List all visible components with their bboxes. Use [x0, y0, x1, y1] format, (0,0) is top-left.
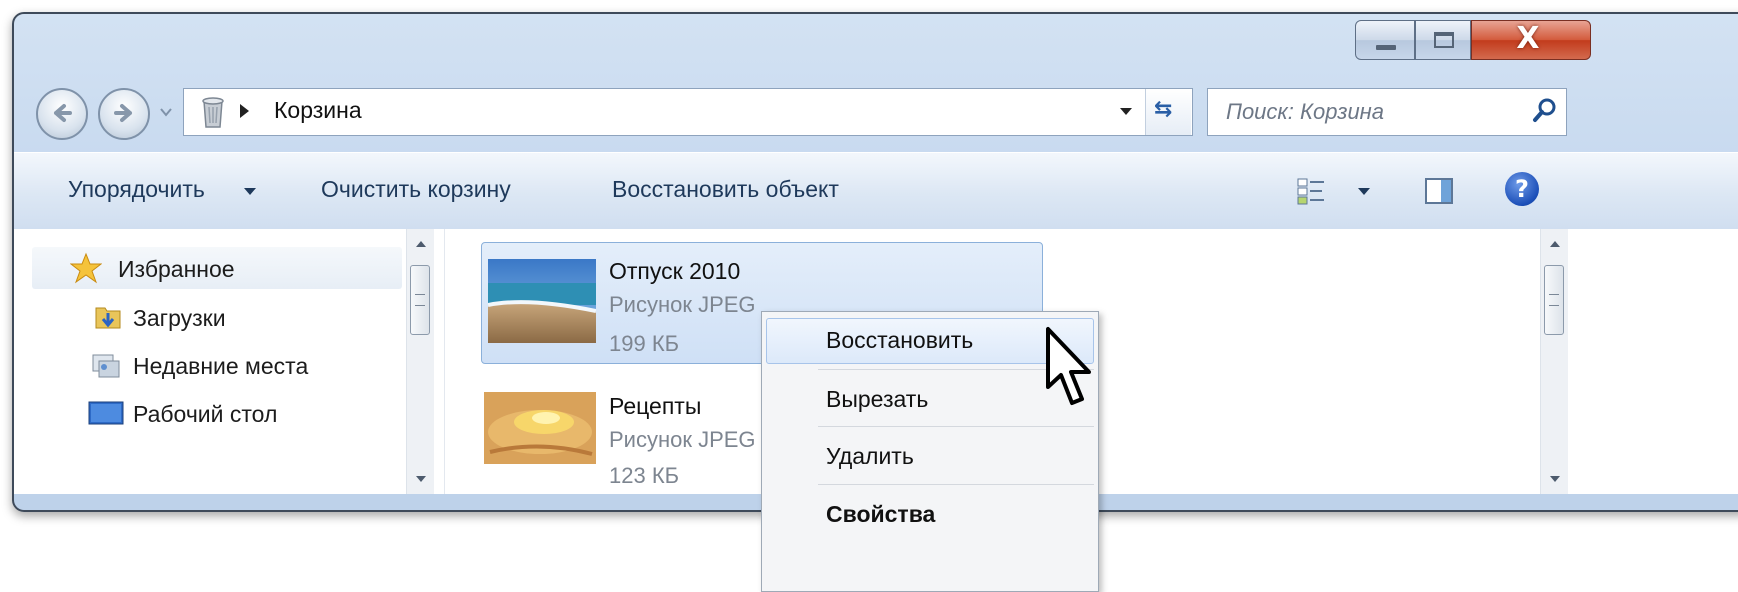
search-input[interactable]: Поиск: Корзина — [1226, 99, 1384, 125]
file-list-scrollbar[interactable] — [1540, 229, 1568, 494]
close-icon: X — [1516, 21, 1540, 56]
chevron-down-icon[interactable] — [244, 188, 256, 195]
forward-button[interactable] — [98, 88, 150, 140]
help-icon[interactable]: ? — [1505, 172, 1539, 206]
scroll-thumb[interactable] — [410, 265, 430, 335]
menu-separator — [818, 484, 1094, 485]
file-type: Рисунок JPEG — [609, 427, 756, 452]
scroll-thumb[interactable] — [1544, 265, 1564, 335]
minimize-icon — [1376, 45, 1396, 50]
scroll-down-icon[interactable] — [1550, 476, 1560, 482]
back-arrow-icon — [54, 104, 72, 122]
desktop-icon — [88, 401, 124, 425]
recycle-bin-icon — [202, 97, 224, 128]
maximize-button[interactable] — [1415, 20, 1471, 60]
sidebar-item-downloads[interactable]: Загрузки — [133, 305, 226, 332]
menu-item-delete[interactable]: Удалить — [826, 443, 914, 470]
file-name[interactable]: Рецепты — [609, 393, 701, 420]
sidebar-item-desktop[interactable]: Рабочий стол — [133, 401, 277, 428]
file-size: 199 КБ — [609, 331, 680, 356]
empty-recycle-bin-button[interactable]: Очистить корзину — [321, 176, 511, 203]
scroll-up-icon[interactable] — [1550, 241, 1560, 247]
menu-item-restore[interactable]: Восстановить — [826, 327, 973, 354]
navigation-scrollbar[interactable] — [406, 229, 434, 494]
beach-photo-thumbnail — [488, 259, 596, 343]
breadcrumb-location[interactable]: Корзина — [274, 97, 362, 124]
preview-pane-icon[interactable] — [1424, 176, 1454, 206]
view-options-chevron-icon[interactable] — [1358, 188, 1370, 195]
restore-item-button[interactable]: Восстановить объект — [612, 176, 839, 203]
close-button[interactable]: X — [1471, 20, 1591, 60]
minimize-button[interactable] — [1355, 20, 1415, 60]
address-dropdown-icon[interactable] — [1120, 108, 1132, 115]
maximize-icon — [1434, 32, 1454, 48]
star-icon — [70, 252, 102, 284]
sidebar-item-label[interactable]: Избранное — [118, 256, 235, 283]
command-bar — [14, 152, 1738, 230]
scroll-up-icon[interactable] — [416, 241, 426, 247]
back-button[interactable] — [36, 88, 88, 140]
menu-separator — [818, 426, 1094, 427]
sidebar-item-recent-places[interactable]: Недавние места — [133, 353, 308, 380]
recent-places-icon — [92, 354, 120, 378]
scroll-down-icon[interactable] — [416, 476, 426, 482]
search-icon[interactable] — [1530, 96, 1560, 126]
file-name[interactable]: Отпуск 2010 — [609, 258, 740, 285]
recent-pages-dropdown-icon[interactable] — [160, 106, 172, 118]
refresh-icon: ⇆ — [1154, 97, 1173, 122]
breadcrumb-arrow-icon[interactable] — [240, 104, 249, 118]
menu-item-properties[interactable]: Свойства — [826, 501, 935, 528]
file-type: Рисунок JPEG — [609, 292, 756, 317]
file-size: 123 КБ — [609, 463, 680, 488]
organize-button[interactable]: Упорядочить — [68, 176, 205, 203]
pancakes-photo-thumbnail — [484, 392, 596, 464]
forward-arrow-icon — [114, 104, 132, 122]
menu-item-cut[interactable]: Вырезать — [826, 386, 928, 413]
mouse-cursor-icon — [1046, 327, 1091, 405]
change-view-icon[interactable] — [1296, 176, 1326, 206]
refresh-button[interactable]: ⇆ — [1145, 89, 1191, 135]
downloads-folder-icon — [95, 307, 121, 329]
